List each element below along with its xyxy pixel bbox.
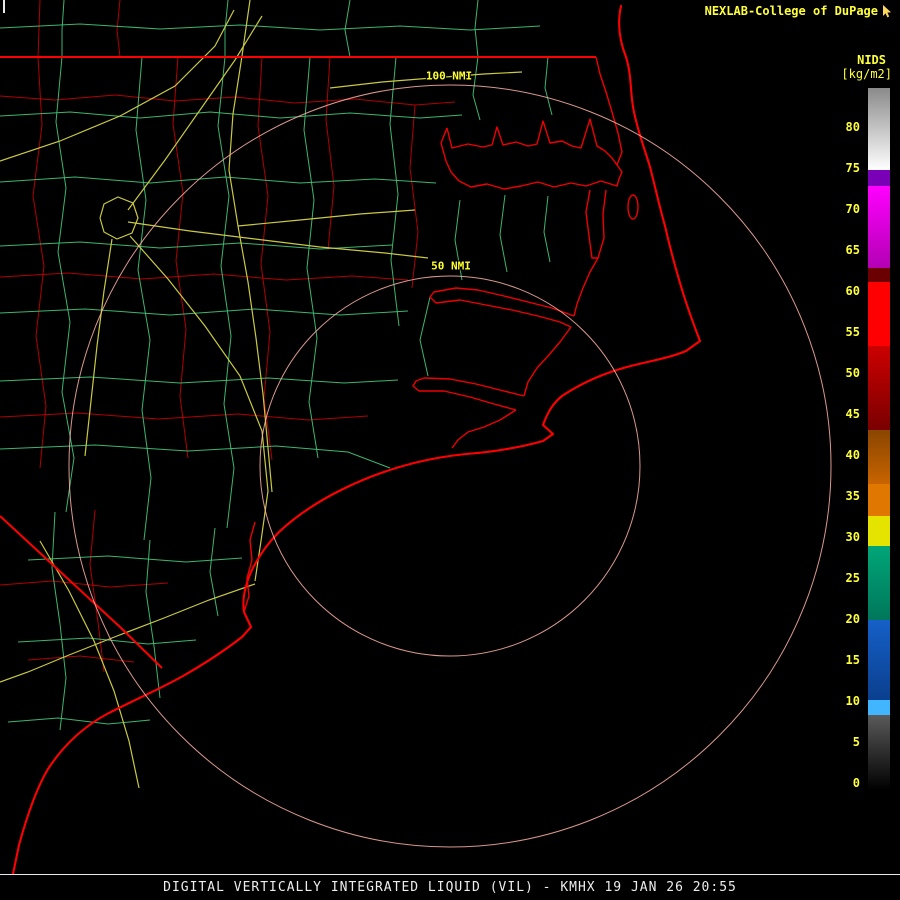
- map-line: [574, 258, 598, 316]
- map-line: [544, 196, 550, 262]
- colorbar-segment: [868, 430, 890, 484]
- colorbar-segment: [868, 170, 890, 186]
- colorbar-segment: [868, 186, 890, 268]
- colorbar-segment: [868, 620, 890, 700]
- map-line: [304, 57, 318, 458]
- range-rings: [69, 85, 831, 847]
- map-line: [130, 236, 268, 581]
- radar-map: [0, 0, 900, 900]
- map-line: [0, 309, 408, 315]
- map-line: [500, 195, 507, 272]
- map-line: [0, 95, 455, 105]
- map-line: [0, 445, 390, 468]
- brand-text: NEXLAB-College of DuPage: [705, 4, 878, 18]
- map-line: [452, 410, 516, 448]
- brand-header: NEXLAB-College of DuPage: [705, 4, 892, 18]
- map-line: [33, 0, 46, 468]
- map-line: [28, 556, 242, 562]
- map-line: [447, 119, 617, 165]
- map-line: [229, 0, 272, 492]
- map-line: [0, 377, 398, 383]
- map-line: [18, 638, 196, 644]
- footer-divider: [0, 874, 900, 875]
- map-line: [0, 516, 162, 668]
- map-line: [0, 413, 368, 420]
- state-borders: [0, 57, 596, 668]
- units-label: [kg/m2]: [841, 67, 892, 81]
- map-line: [0, 581, 168, 587]
- map-line: [0, 273, 408, 280]
- map-line: [413, 378, 524, 410]
- colorbar-segment: [868, 700, 890, 715]
- map-line: [628, 195, 638, 219]
- mouse-cursor-icon: [882, 5, 892, 18]
- colorbar-segment: [868, 484, 890, 516]
- product-label: NIDS: [857, 53, 886, 67]
- map-line: [146, 540, 160, 698]
- map-line: [410, 105, 418, 288]
- map-line: [40, 541, 139, 788]
- map-line: [28, 656, 134, 662]
- map-line: [100, 197, 138, 239]
- range-ring: [260, 276, 640, 656]
- map-edge-tick: [3, 0, 5, 13]
- map-line: [545, 57, 552, 115]
- map-line: [85, 239, 112, 456]
- colorbar-segment: [868, 516, 890, 546]
- highways: [0, 0, 522, 788]
- colorbar-segment: [868, 715, 890, 790]
- map-line: [326, 57, 334, 250]
- map-line: [210, 528, 218, 616]
- map-line: [13, 6, 700, 874]
- colorbar-segment: [868, 346, 890, 430]
- coastline: [13, 6, 700, 874]
- map-line: [128, 222, 428, 258]
- waterways: [244, 57, 638, 612]
- colorbar-segment: [868, 88, 890, 170]
- map-line: [455, 200, 462, 280]
- map-line: [596, 57, 622, 165]
- range-ring: [69, 85, 831, 847]
- map-line: [56, 0, 74, 512]
- map-line: [173, 57, 188, 458]
- map-line: [136, 57, 151, 540]
- footer-caption: DIGITAL VERTICALLY INTEGRATED LIQUID (VI…: [0, 880, 900, 895]
- radar-viewer: 100 NMI50 NMI NEXLAB-College of DuPage N…: [0, 0, 900, 900]
- map-line: [524, 327, 571, 396]
- colorbar-segment: [868, 546, 890, 620]
- map-line: [8, 718, 150, 724]
- map-line: [238, 210, 415, 226]
- colorbar-gradient: [868, 88, 890, 790]
- map-line: [586, 190, 606, 258]
- map-line: [0, 24, 540, 30]
- map-line: [473, 0, 480, 120]
- map-line: [0, 112, 462, 118]
- map-line: [117, 0, 120, 57]
- map-line: [430, 288, 574, 327]
- map-line: [52, 512, 66, 730]
- colorbar-segment: [868, 282, 890, 346]
- map-line: [420, 297, 430, 376]
- colorbar-segment: [868, 268, 890, 282]
